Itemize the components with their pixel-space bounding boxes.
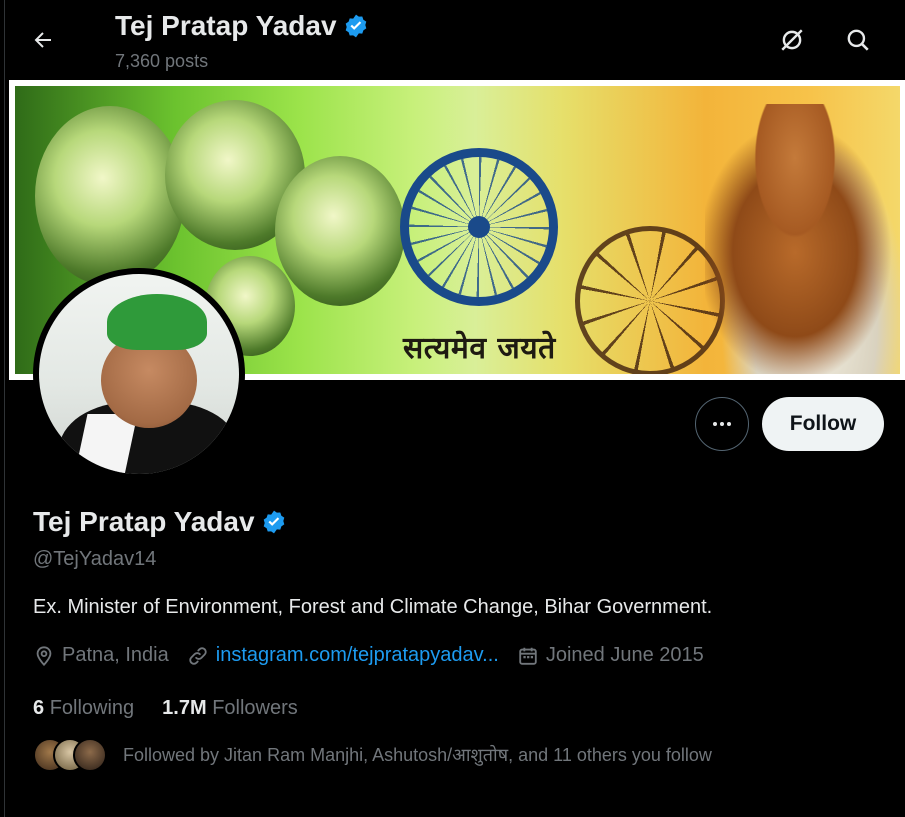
- followers-label: Followers: [212, 697, 298, 719]
- charkha-wheel: [575, 226, 725, 374]
- more-icon: [713, 422, 731, 426]
- profile-name-row: Tej Pratap Yadav: [33, 506, 287, 538]
- profile-avatar[interactable]: [33, 268, 245, 480]
- join-date-text: Joined June 2015: [545, 644, 704, 666]
- followers-count: 1.7M: [162, 697, 207, 719]
- search-icon: [847, 29, 869, 51]
- banner-figure: [705, 104, 900, 374]
- followers-stat[interactable]: 1.7M Followers: [162, 697, 298, 720]
- profile-handle: @TejYadav14: [33, 548, 157, 570]
- ashoka-chakra: [400, 148, 558, 306]
- website[interactable]: instagram.com/tejpratapyadav...: [187, 644, 499, 667]
- header-title: Tej Pratap Yadav: [115, 10, 369, 42]
- avatar-image: [39, 274, 239, 474]
- profile-name: Tej Pratap Yadav: [33, 506, 255, 537]
- followed-by-text: Followed by Jitan Ram Manjhi, Ashutosh/आ…: [123, 745, 712, 765]
- banner-motto: सत्यमेव जयते: [403, 331, 556, 366]
- followed-by[interactable]: Followed by Jitan Ram Manjhi, Ashutosh/आ…: [33, 738, 712, 772]
- profile-meta: Patna, India instagram.com/tejpratapyada…: [33, 644, 722, 667]
- grok-icon: [781, 29, 803, 51]
- location-pin-icon: [36, 645, 52, 666]
- back-button[interactable]: [23, 20, 63, 60]
- verified-badge-icon: [345, 14, 366, 38]
- post-count: 7,360 posts: [115, 51, 209, 71]
- location: Patna, India: [33, 644, 169, 667]
- verified-badge-icon[interactable]: [261, 509, 287, 535]
- following-count: 6: [33, 697, 45, 719]
- header-name: Tej Pratap Yadav: [115, 10, 337, 41]
- profile-bio: Ex. Minister of Environment, Forest and …: [33, 596, 713, 618]
- profile-page: Tej Pratap Yadav 7,360 posts सत्यमेव जयत…: [4, 0, 905, 817]
- join-date: Joined June 2015: [517, 644, 704, 667]
- grok-button[interactable]: [772, 20, 812, 60]
- following-label: Following: [49, 697, 135, 719]
- link-icon: [189, 646, 207, 665]
- more-options-button[interactable]: [695, 397, 749, 451]
- top-bar: Tej Pratap Yadav 7,360 posts: [5, 0, 905, 78]
- back-arrow-icon: [34, 32, 51, 48]
- location-text: Patna, India: [62, 644, 169, 666]
- followed-by-avatars: [33, 738, 107, 772]
- follow-stats: 6 Following 1.7M Followers: [33, 697, 326, 720]
- calendar-icon: [519, 647, 537, 665]
- avatar: [73, 738, 107, 772]
- website-link[interactable]: instagram.com/tejpratapyadav...: [216, 644, 499, 667]
- top-actions: [772, 20, 878, 60]
- search-button[interactable]: [838, 20, 878, 60]
- follow-button[interactable]: Follow: [762, 397, 884, 451]
- following-stat[interactable]: 6 Following: [33, 697, 134, 720]
